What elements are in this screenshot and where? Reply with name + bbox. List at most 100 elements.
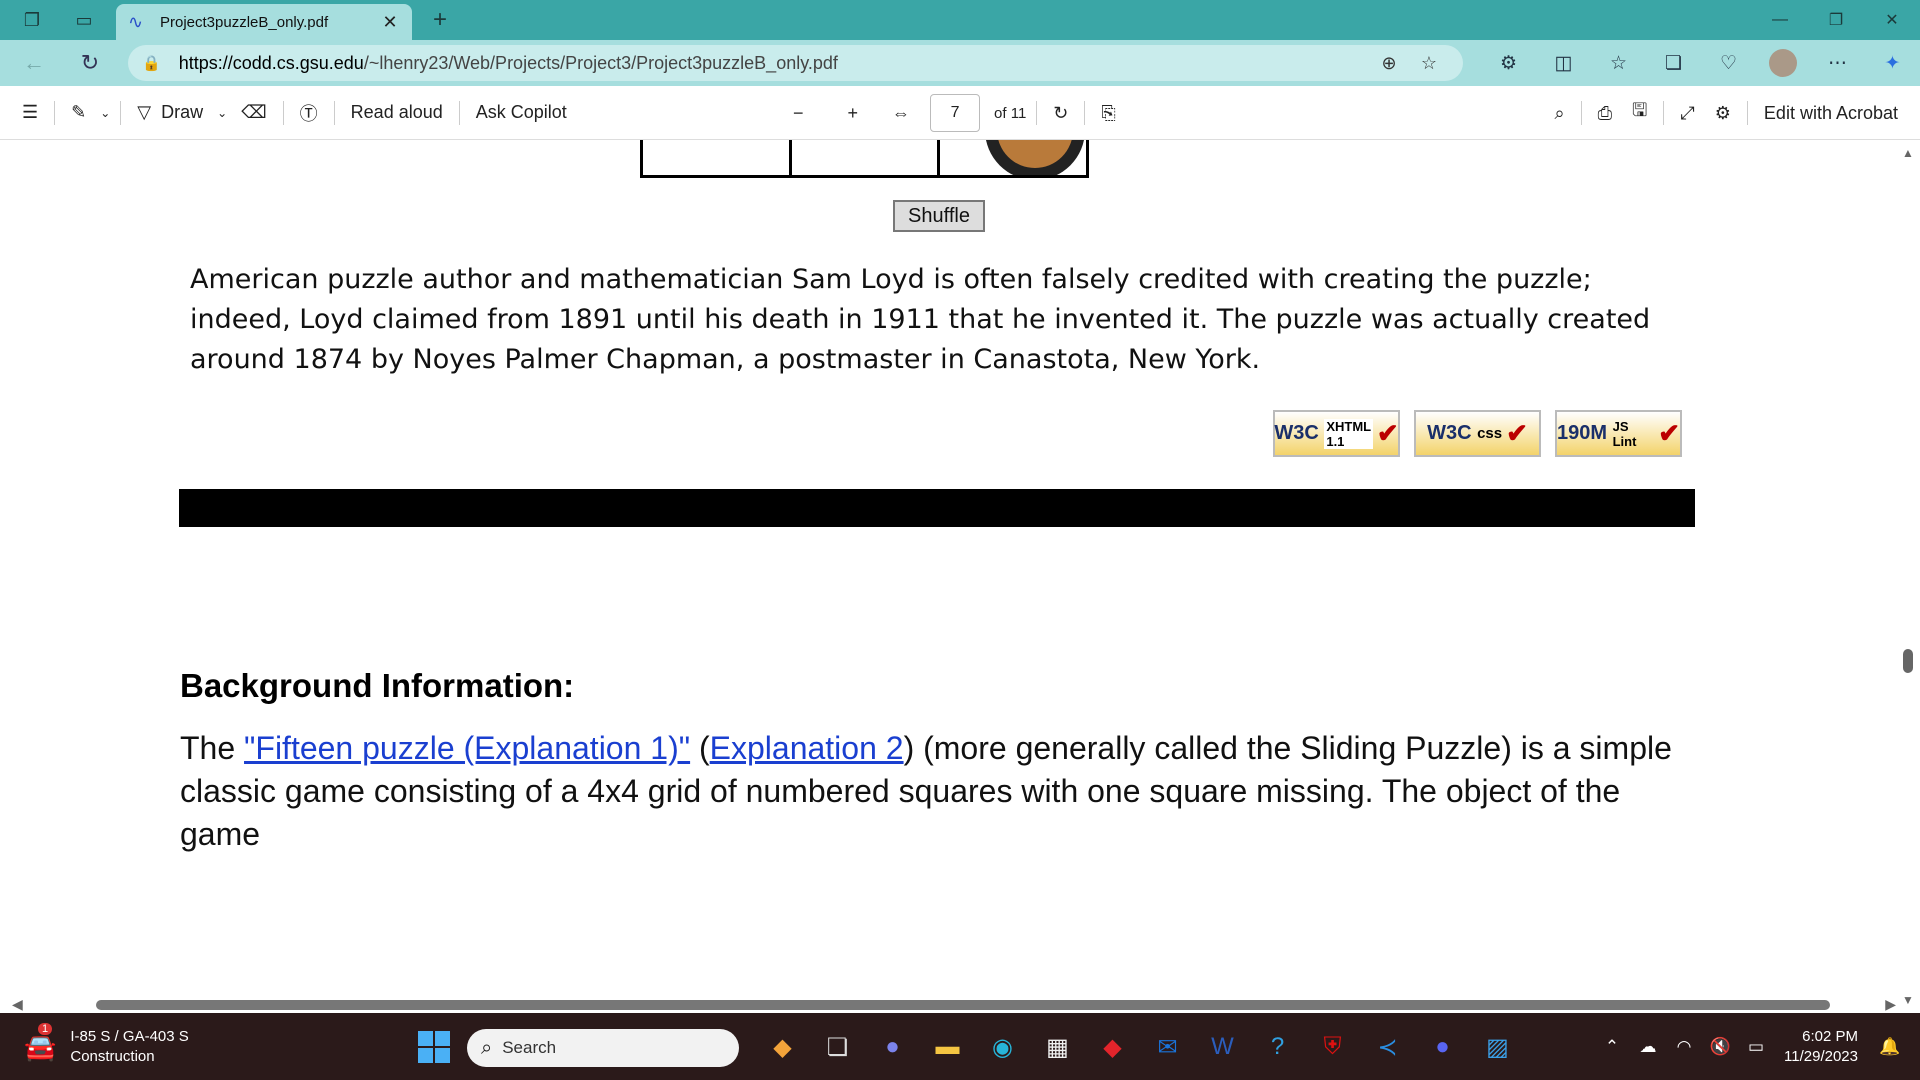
puzzle-tiles [640,140,1089,178]
highlight-dropdown-chevron-down-icon[interactable]: ⌄ [96,86,114,140]
microsoft-store-icon[interactable]: ▦ [1030,1027,1085,1067]
edge-icon[interactable]: ◉ [975,1027,1030,1067]
favorites-icon[interactable]: ☆ [1591,40,1646,86]
minimize-icon[interactable]: — [1752,0,1808,40]
onedrive-icon[interactable]: ☁ [1630,1037,1666,1057]
ask-copilot-button[interactable]: Ask Copilot [466,86,577,140]
badge-left-text: W3C [1274,422,1319,444]
page-number-input[interactable]: 7 [930,94,981,132]
notification-badge: 1 [38,1023,53,1035]
check-icon: ✔ [1506,418,1528,448]
browser-essentials-icon[interactable]: ♡ [1701,40,1756,86]
restore-icon[interactable]: ❐ [1808,0,1864,40]
vertical-scroll-thumb[interactable] [1903,649,1913,673]
extensions-icon[interactable]: ⚙ [1481,40,1536,86]
read-aloud-button[interactable]: Read aloud [341,86,453,140]
time: 6:02 PM [1802,1027,1858,1045]
favorite-star-icon[interactable]: ☆ [1409,53,1449,74]
battery-icon[interactable]: ▭ [1738,1037,1774,1057]
zoom-out-icon[interactable]: − [783,86,814,140]
notifications-bell-icon[interactable]: 🔔 [1872,1037,1908,1057]
vertical-scrollbar[interactable]: ▲ ▼ [1896,140,1920,1013]
lock-icon[interactable]: 🔒 [142,54,161,72]
wifi-icon[interactable]: ◠ [1666,1037,1702,1057]
scroll-left-icon[interactable]: ◀ [12,996,23,1013]
edit-with-acrobat-button[interactable]: Edit with Acrobat [1754,86,1920,140]
save-icon[interactable]: 🖫 [1622,86,1657,140]
word-icon[interactable]: W [1195,1027,1250,1067]
start-button[interactable] [418,1031,450,1063]
url-field[interactable]: 🔒 https://codd.cs.gsu.edu/~lhenry23/Web/… [128,45,1463,81]
rotate-icon[interactable]: ↻ [1043,86,1078,140]
explanation-2-link[interactable]: Explanation 2 [710,730,904,766]
zoom-icon[interactable]: ⊕ [1369,53,1409,74]
help-icon[interactable]: ? [1250,1027,1305,1067]
photos-icon[interactable]: ▨ [1470,1027,1525,1067]
discord-icon[interactable]: ● [1415,1027,1470,1067]
fifteen-puzzle-link[interactable]: "Fifteen puzzle (Explanation 1)" [244,730,690,766]
profile-avatar[interactable] [1769,49,1797,77]
find-search-icon[interactable]: ⌕ [1545,86,1575,140]
workspaces-icon[interactable]: ❐ [12,0,52,40]
search-placeholder: Search [502,1038,557,1057]
mcafee-icon[interactable]: ⛨ [1305,1027,1360,1067]
red-app-icon[interactable]: ◆ [1085,1027,1140,1067]
shuffle-button[interactable]: Shuffle [893,200,985,232]
xhtml-validator-badge[interactable]: W3C XHTML 1.1 ✔ [1273,410,1400,457]
new-tab-icon[interactable]: + [420,0,460,40]
divider [120,100,122,125]
task-view-icon[interactable]: ❏ [810,1027,865,1067]
address-bar-row: ← ↻ 🔒 https://codd.cs.gsu.edu/~lhenry23/… [0,40,1920,86]
print-icon[interactable]: ⎙ [1588,86,1622,140]
scroll-down-icon[interactable]: ▼ [1902,993,1914,1007]
copilot-app-icon[interactable]: ◆ [755,1027,810,1067]
highlight-icon[interactable]: ✎ [61,86,96,140]
vscode-icon[interactable]: ≺ [1360,1027,1415,1067]
tab-actions-icon[interactable]: ▭ [64,0,104,40]
tab-close-icon[interactable]: ✕ [380,12,400,33]
scroll-up-icon[interactable]: ▲ [1902,146,1914,160]
tab-active[interactable]: ∿ Project3puzzleB_only.pdf ✕ [116,4,412,40]
puzzle-tile[interactable] [940,140,1086,175]
page-view-icon[interactable]: ⎘ [1091,86,1125,140]
more-options-icon[interactable]: ⋯ [1810,40,1865,86]
scroll-right-icon[interactable]: ▶ [1885,996,1896,1013]
zoom-in-icon[interactable]: + [838,86,869,140]
taskbar-apps: ◆ ❏ ● ▬ ◉ ▦ ◆ ✉ W ? ⛨ ≺ ● ▨ [755,1027,1525,1067]
table-of-contents-icon[interactable]: ☰ [12,86,48,140]
copilot-icon[interactable]: ✦ [1865,40,1920,86]
draw-dropdown-chevron-down-icon[interactable]: ⌄ [213,86,231,140]
css-validator-badge[interactable]: W3C css ✔ [1414,410,1541,457]
draw-button[interactable]: ▽ Draw [127,86,213,140]
badge-right-text: XHTML 1.1 [1324,418,1373,449]
chevron-up-icon[interactable]: ⌃ [1594,1037,1630,1057]
split-screen-icon[interactable]: ◫ [1536,40,1591,86]
window-controls: — ❐ ✕ [1752,0,1920,40]
fullscreen-icon[interactable]: ⤢ [1670,86,1704,140]
close-window-icon[interactable]: ✕ [1864,0,1920,40]
teams-meet-icon[interactable]: ● [865,1027,920,1067]
settings-gear-icon[interactable]: ⚙ [1705,86,1741,140]
file-explorer-icon[interactable]: ▬ [920,1027,975,1067]
volume-muted-icon[interactable]: 🔇 [1702,1037,1738,1057]
add-text-icon[interactable]: Ⓣ [290,86,328,140]
divider [458,100,460,125]
traffic-widget[interactable]: 🚘 1 I-85 S / GA-403 S Construction [24,1023,189,1067]
puzzle-tile[interactable] [792,140,941,175]
horizontal-scrollbar[interactable]: ◀ ▶ [0,995,1896,1013]
outlook-icon[interactable]: ✉ [1140,1027,1195,1067]
tile-image [985,140,1086,175]
page-total: of 11 [994,104,1027,122]
refresh-icon[interactable]: ↻ [68,41,112,85]
date: 11/29/2023 [1784,1047,1858,1065]
puzzle-tile[interactable] [643,140,792,175]
eraser-icon[interactable]: ⌫ [231,86,276,140]
jslint-badge[interactable]: 190M JS Lint ✔ [1555,410,1682,457]
taskbar-search[interactable]: ⌕ Search [467,1029,739,1067]
fit-to-width-icon[interactable]: ⇔ [882,86,920,140]
clock[interactable]: 6:02 PM 11/29/2023 [1784,1027,1858,1067]
back-icon[interactable]: ← [12,41,56,85]
collections-icon[interactable]: ❏ [1646,40,1701,86]
horizontal-scroll-thumb[interactable] [96,1000,1830,1010]
url-text[interactable]: https://codd.cs.gsu.edu/~lhenry23/Web/Pr… [179,53,1369,74]
